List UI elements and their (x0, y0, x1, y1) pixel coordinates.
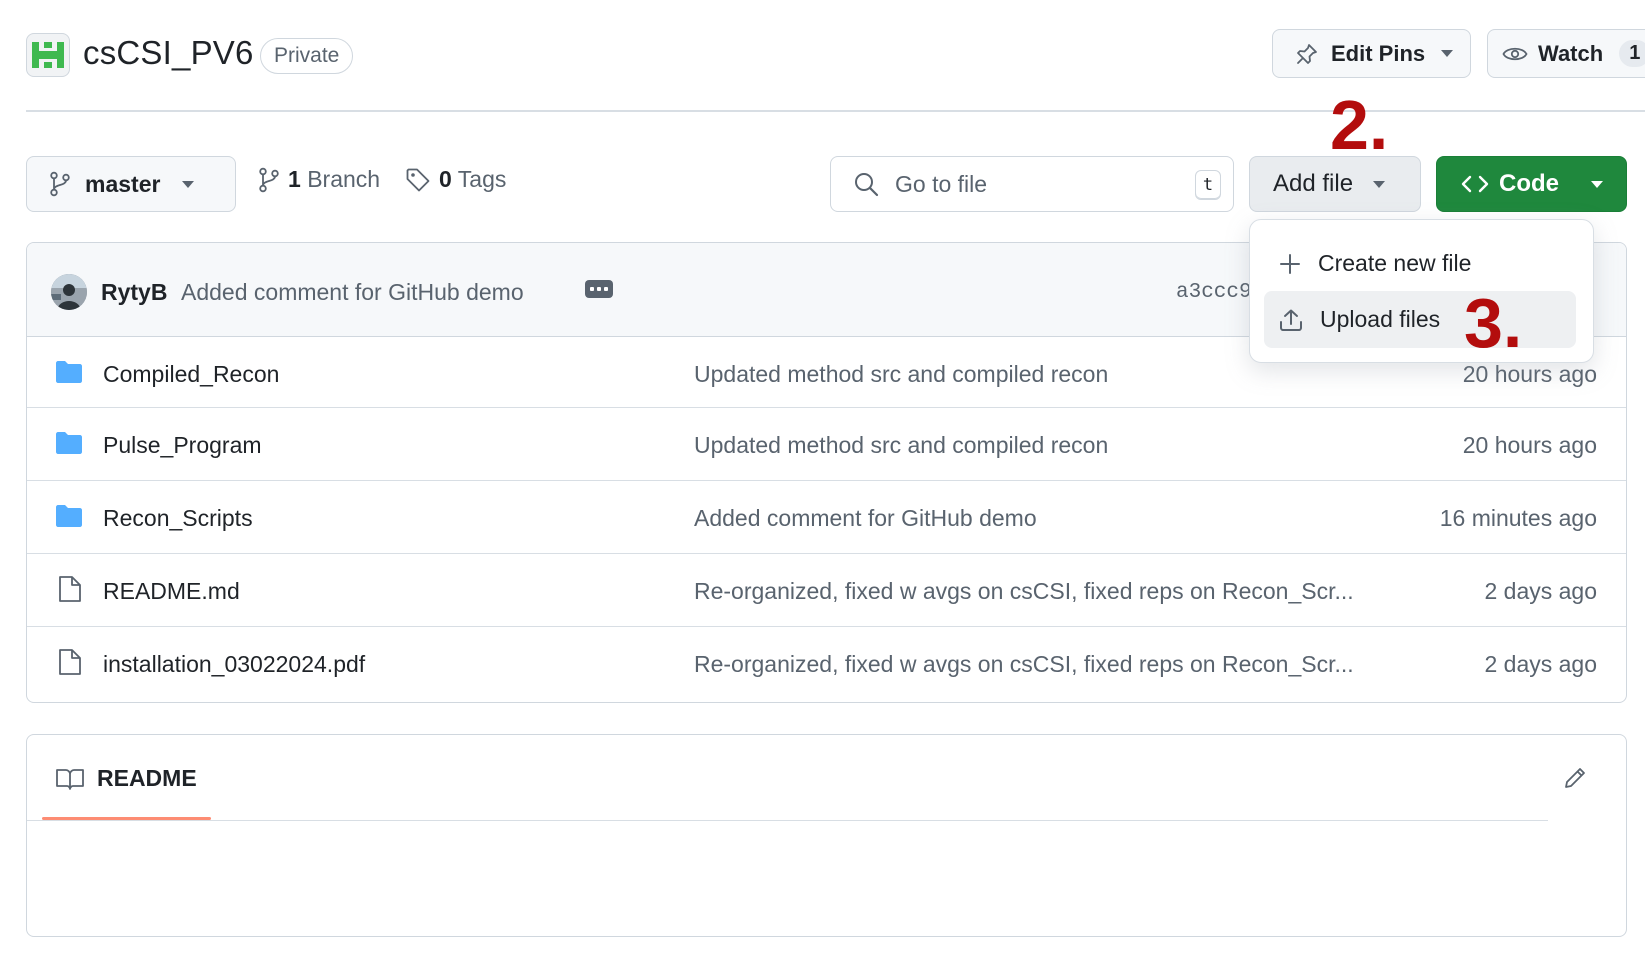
tag-icon (406, 168, 430, 191)
pin-icon (1297, 43, 1317, 64)
file-commit-message[interactable]: Re-organized, fixed w avgs on csCSI, fix… (694, 578, 1354, 605)
branch-count-label: Branch (307, 166, 381, 192)
plus-icon (1280, 253, 1300, 274)
watch-count: 1 (1619, 40, 1645, 67)
code-label: Code (1499, 170, 1559, 197)
add-file-label: Add file (1273, 170, 1354, 197)
table-row[interactable]: README.md Re-organized, fixed w avgs on … (27, 553, 1626, 626)
go-to-file-placeholder: Go to file (895, 170, 988, 197)
file-icon (59, 649, 81, 675)
header-divider (26, 110, 1645, 112)
branch-selector[interactable]: master (26, 156, 236, 212)
ellipsis-icon[interactable] (585, 280, 613, 298)
folder-icon (56, 361, 82, 383)
file-commit-message[interactable]: Re-organized, fixed w avgs on csCSI, fix… (694, 651, 1354, 678)
tag-count-label: Tags (457, 166, 507, 192)
file-timestamp: 20 hours ago (1462, 361, 1597, 387)
readme-tab-label: README (97, 765, 197, 791)
folder-icon (56, 505, 82, 527)
edit-pins-button[interactable]: Edit Pins (1272, 29, 1471, 78)
eye-icon (1502, 47, 1528, 60)
upload-files-label: Upload files (1320, 306, 1441, 332)
create-new-file-label: Create new file (1318, 250, 1472, 276)
readme-panel: README (26, 734, 1627, 937)
create-new-file-item[interactable]: Create new file (1264, 235, 1576, 292)
code-icon (1461, 175, 1489, 193)
tags-link[interactable]: 0 Tags (405, 166, 506, 193)
file-name[interactable]: Compiled_Recon (103, 361, 279, 388)
chevron-down-icon (1441, 50, 1454, 57)
user-avatar-icon (51, 274, 87, 310)
keyboard-shortcut-hint: t (1195, 170, 1221, 200)
table-row[interactable]: Pulse_Program Updated method src and com… (27, 407, 1626, 480)
folder-icon (56, 432, 82, 454)
table-row[interactable]: installation_03022024.pdf Re-organized, … (27, 626, 1626, 699)
file-timestamp: 2 days ago (1484, 651, 1597, 677)
watch-label: Watch (1538, 40, 1604, 66)
git-branch-icon (259, 167, 279, 192)
file-commit-message[interactable]: Updated method src and compiled recon (694, 361, 1108, 388)
commit-author[interactable]: RytyB (101, 279, 167, 306)
chevron-down-icon (1591, 180, 1603, 188)
file-commit-message[interactable]: Updated method src and compiled recon (694, 432, 1108, 459)
search-icon (855, 173, 879, 197)
file-icon (59, 576, 81, 602)
avatar[interactable] (51, 274, 87, 310)
git-branch-icon (50, 171, 70, 197)
book-icon (56, 768, 84, 790)
file-commit-message[interactable]: Added comment for GitHub demo (694, 505, 1037, 532)
branch-name: master (85, 170, 161, 197)
file-name[interactable]: Recon_Scripts (103, 505, 253, 532)
repo-avatar (26, 33, 70, 77)
code-button[interactable]: Code (1436, 156, 1627, 212)
file-name[interactable]: installation_03022024.pdf (103, 651, 365, 678)
chevron-down-icon (1373, 180, 1386, 188)
edit-pins-label: Edit Pins (1331, 40, 1426, 66)
file-name[interactable]: Pulse_Program (103, 432, 262, 459)
file-timestamp: 20 hours ago (1462, 432, 1597, 458)
add-file-menu: Create new file Upload files (1249, 219, 1594, 363)
visibility-badge: Private (260, 38, 354, 74)
pencil-icon (1565, 768, 1585, 788)
upload-files-item[interactable]: Upload files (1264, 291, 1576, 348)
identicon-icon (32, 42, 64, 68)
readme-tab[interactable]: README (55, 765, 197, 792)
commit-message[interactable]: Added comment for GitHub demo (181, 279, 524, 306)
table-row[interactable]: Recon_Scripts Added comment for GitHub d… (27, 480, 1626, 553)
file-name[interactable]: README.md (103, 578, 240, 605)
tag-count: 0 (439, 166, 452, 192)
repo-name[interactable]: csCSI_PV6 (83, 34, 254, 72)
upload-icon (1280, 309, 1302, 331)
file-timestamp: 16 minutes ago (1439, 505, 1597, 531)
watch-button[interactable]: Watch 1 (1487, 29, 1645, 78)
edit-readme-button[interactable] (1562, 765, 1588, 796)
file-timestamp: 2 days ago (1484, 578, 1597, 604)
readme-divider (27, 820, 1548, 821)
chevron-down-icon (182, 180, 195, 188)
annotation-step-3: 3. (1464, 284, 1523, 362)
go-to-file-input[interactable]: Go to file t (830, 156, 1234, 212)
add-file-button[interactable]: Add file (1249, 156, 1421, 212)
branch-count: 1 (288, 166, 301, 192)
annotation-step-2: 2. (1330, 86, 1389, 164)
branches-link[interactable]: 1 Branch (258, 166, 380, 193)
repo-header: csCSI_PV6 Private Edit Pins Watch 1 (0, 0, 1645, 112)
